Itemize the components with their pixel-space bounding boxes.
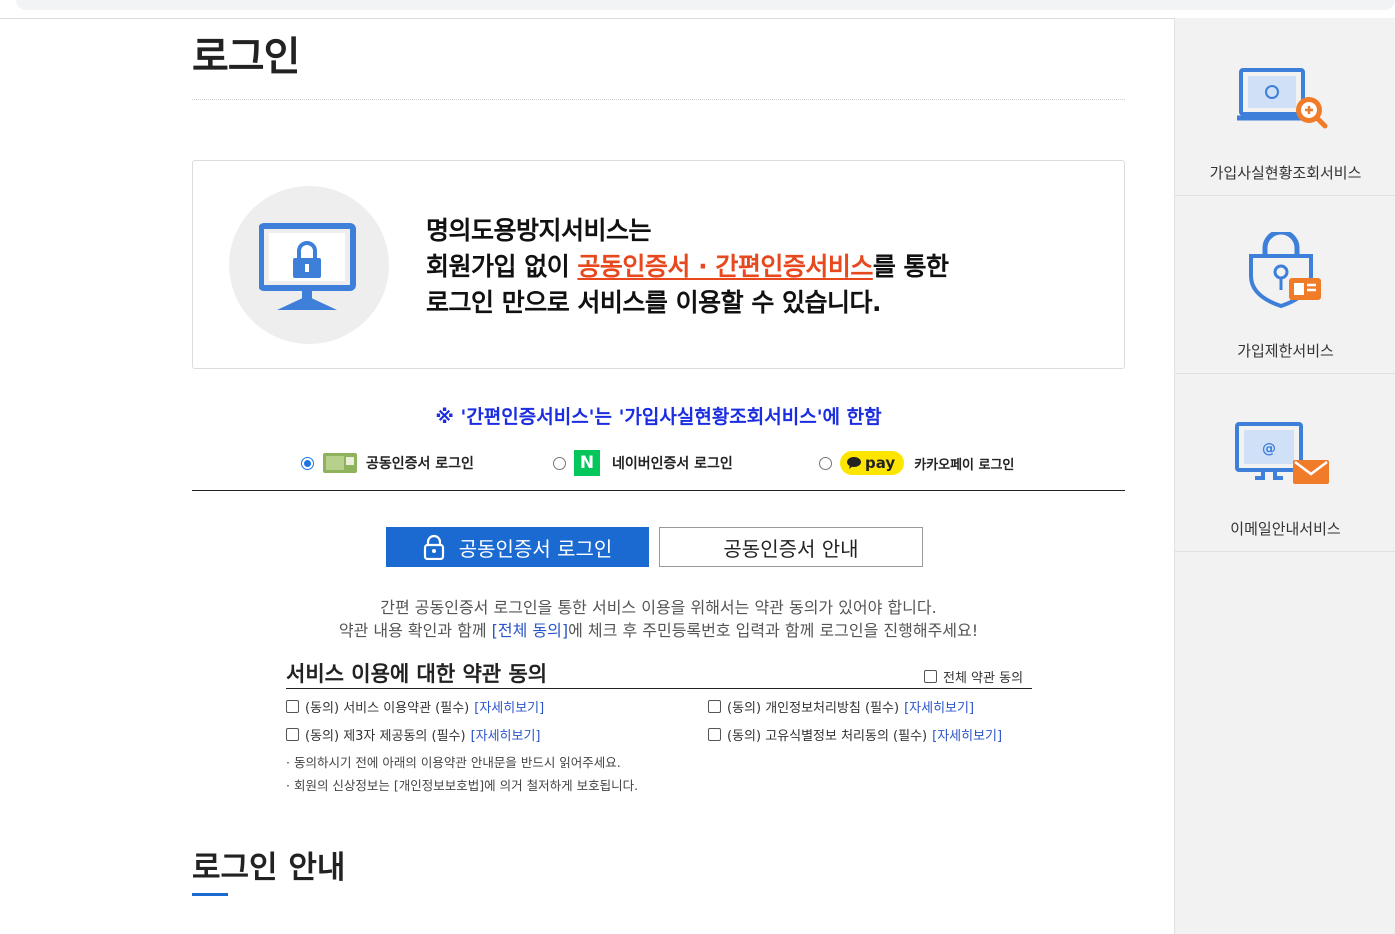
page-title: 로그인 <box>192 34 300 80</box>
svg-text:@: @ <box>1262 441 1276 457</box>
auth-option-naver[interactable]: N 네이버인증서 로그인 <box>553 450 733 476</box>
service-sidebar: 가입사실현황조회서비스 가입제한서비스 @ 이메일안내서비스 <box>1174 18 1395 934</box>
term-privacy[interactable]: (동의) 개인정보처리방침 (필수) [자세히보기] <box>708 697 974 716</box>
terms-divider <box>286 688 1032 689</box>
terms-title: 서비스 이용에 대한 약관 동의 <box>286 662 548 686</box>
all-agree-checkbox[interactable]: 전체 약관 동의 <box>924 667 1023 686</box>
speech-bubble-icon <box>847 457 861 469</box>
login-guide-title: 로그인 안내 <box>192 850 346 886</box>
term-detail-link[interactable]: [자세히보기] <box>474 697 544 716</box>
auth-option-label: 공동인증서 로그인 <box>366 456 474 472</box>
certificate-guide-button[interactable]: 공동인증서 안내 <box>659 527 923 567</box>
radio-kakao[interactable] <box>819 456 832 470</box>
term-label: (동의) 서비스 이용약관 (필수) <box>305 701 470 716</box>
lock-shield-icon <box>1249 232 1321 309</box>
info-box: 명의도용방지서비스는 회원가입 없이 공동인증서 · 간편인증서비스를 통한 로… <box>192 160 1125 369</box>
main-content: 로그인 명의도용방지서비스는 회원가입 없이 공동인증서 · 간편인증서비스를 … <box>0 0 1174 934</box>
sidebar-item-label: 가입사실현황조회서비스 <box>1209 164 1362 182</box>
desc-line-1: 간편 공동인증서 로그인을 통한 서비스 이용을 위해서는 약관 동의가 있어야… <box>380 598 937 617</box>
sidebar-item-label: 이메일안내서비스 <box>1230 520 1341 538</box>
term-service[interactable]: (동의) 서비스 이용약관 (필수) [자세히보기] <box>286 697 544 716</box>
kakao-pay-text: pay <box>865 454 896 472</box>
auth-option-label: 카카오페이 로그인 <box>914 457 1015 473</box>
info-line-1: 명의도용방지서비스는 <box>426 216 652 245</box>
term-unique-id[interactable]: (동의) 고유식별정보 처리동의 (필수) [자세히보기] <box>708 725 1002 744</box>
guide-title-underline <box>192 893 228 896</box>
monitor-search-icon <box>1237 68 1328 129</box>
simple-auth-notice: ※ '간편인증서비스'는 '가입사실현황조회서비스'에 한함 <box>435 406 882 428</box>
sidebar-item-subscription-inquiry[interactable]: 가입사실현황조회서비스 <box>1175 18 1395 196</box>
checkbox[interactable] <box>708 700 721 713</box>
info-line-2-post: 를 통한 <box>872 252 949 281</box>
radio-naver[interactable] <box>553 456 566 470</box>
certificate-card-icon <box>323 453 357 473</box>
auth-option-label: 네이버인증서 로그인 <box>612 456 733 472</box>
term-detail-link[interactable]: [자세히보기] <box>471 725 541 744</box>
term-label: (동의) 개인정보처리방침 (필수) <box>727 701 900 716</box>
desc-line-2: 약관 내용 확인과 함께 [전체 동의]에 체크 후 주민등록번호 입력과 함께… <box>192 619 1125 642</box>
info-highlight: 공동인증서 · 간편인증서비스 <box>577 252 873 281</box>
info-text: 명의도용방지서비스는 회원가입 없이 공동인증서 · 간편인증서비스를 통한 로… <box>426 213 949 321</box>
desc-line-2-pre: 약관 내용 확인과 함께 <box>338 621 492 640</box>
auth-option-certificate[interactable]: 공동인증서 로그인 <box>301 450 474 476</box>
info-line-2-pre: 회원가입 없이 <box>426 252 578 281</box>
lock-icon <box>423 534 444 560</box>
sidebar-item-subscription-limit[interactable]: 가입제한서비스 <box>1175 196 1395 374</box>
sidebar-item-email-notice[interactable]: @ 이메일안내서비스 <box>1175 374 1395 552</box>
auth-divider <box>192 490 1125 491</box>
all-agree-reference: [전체 동의] <box>491 621 569 640</box>
checkbox[interactable] <box>924 670 937 683</box>
term-label: (동의) 제3자 제공동의 (필수) <box>305 729 466 744</box>
all-agree-label: 전체 약관 동의 <box>943 671 1024 686</box>
auth-option-kakao[interactable]: pay 카카오페이 로그인 <box>819 450 1014 476</box>
term-third-party[interactable]: (동의) 제3자 제공동의 (필수) [자세히보기] <box>286 725 541 744</box>
terms-note: · 동의하시기 전에 아래의 이용약관 안내문을 반드시 읽어주세요. <box>286 755 621 770</box>
info-illustration <box>229 186 389 344</box>
guide-button-label: 공동인증서 안내 <box>723 536 859 561</box>
checkbox[interactable] <box>286 700 299 713</box>
terms-note: · 회원의 신상정보는 [개인정보보호법]에 의거 철저하게 보호됩니다. <box>286 778 639 793</box>
info-line-2: 회원가입 없이 공동인증서 · 간편인증서비스를 통한 <box>426 249 949 285</box>
term-label: (동의) 고유식별정보 처리동의 (필수) <box>727 729 928 744</box>
login-button-label: 공동인증서 로그인 <box>458 536 613 561</box>
term-detail-link[interactable]: [자세히보기] <box>932 725 1002 744</box>
sidebar-item-label: 가입제한서비스 <box>1237 342 1334 360</box>
term-detail-link[interactable]: [자세히보기] <box>904 697 974 716</box>
terms-description: 간편 공동인증서 로그인을 통한 서비스 이용을 위해서는 약관 동의가 있어야… <box>192 596 1125 642</box>
desc-line-2-post: 에 체크 후 주민등록번호 입력과 함께 로그인을 진행해주세요! <box>568 621 979 640</box>
monitor-email-icon: @ <box>1235 422 1329 484</box>
certificate-login-button[interactable]: 공동인증서 로그인 <box>386 527 649 567</box>
checkbox[interactable] <box>708 728 721 741</box>
info-line-3: 로그인 만으로 서비스를 이용할 수 있습니다. <box>426 288 882 317</box>
kakaopay-icon: pay <box>840 451 905 475</box>
title-divider <box>192 99 1125 100</box>
naver-n-icon: N <box>574 450 600 476</box>
monitor-lock-icon <box>259 223 356 310</box>
radio-certificate[interactable] <box>301 456 314 470</box>
checkbox[interactable] <box>286 728 299 741</box>
